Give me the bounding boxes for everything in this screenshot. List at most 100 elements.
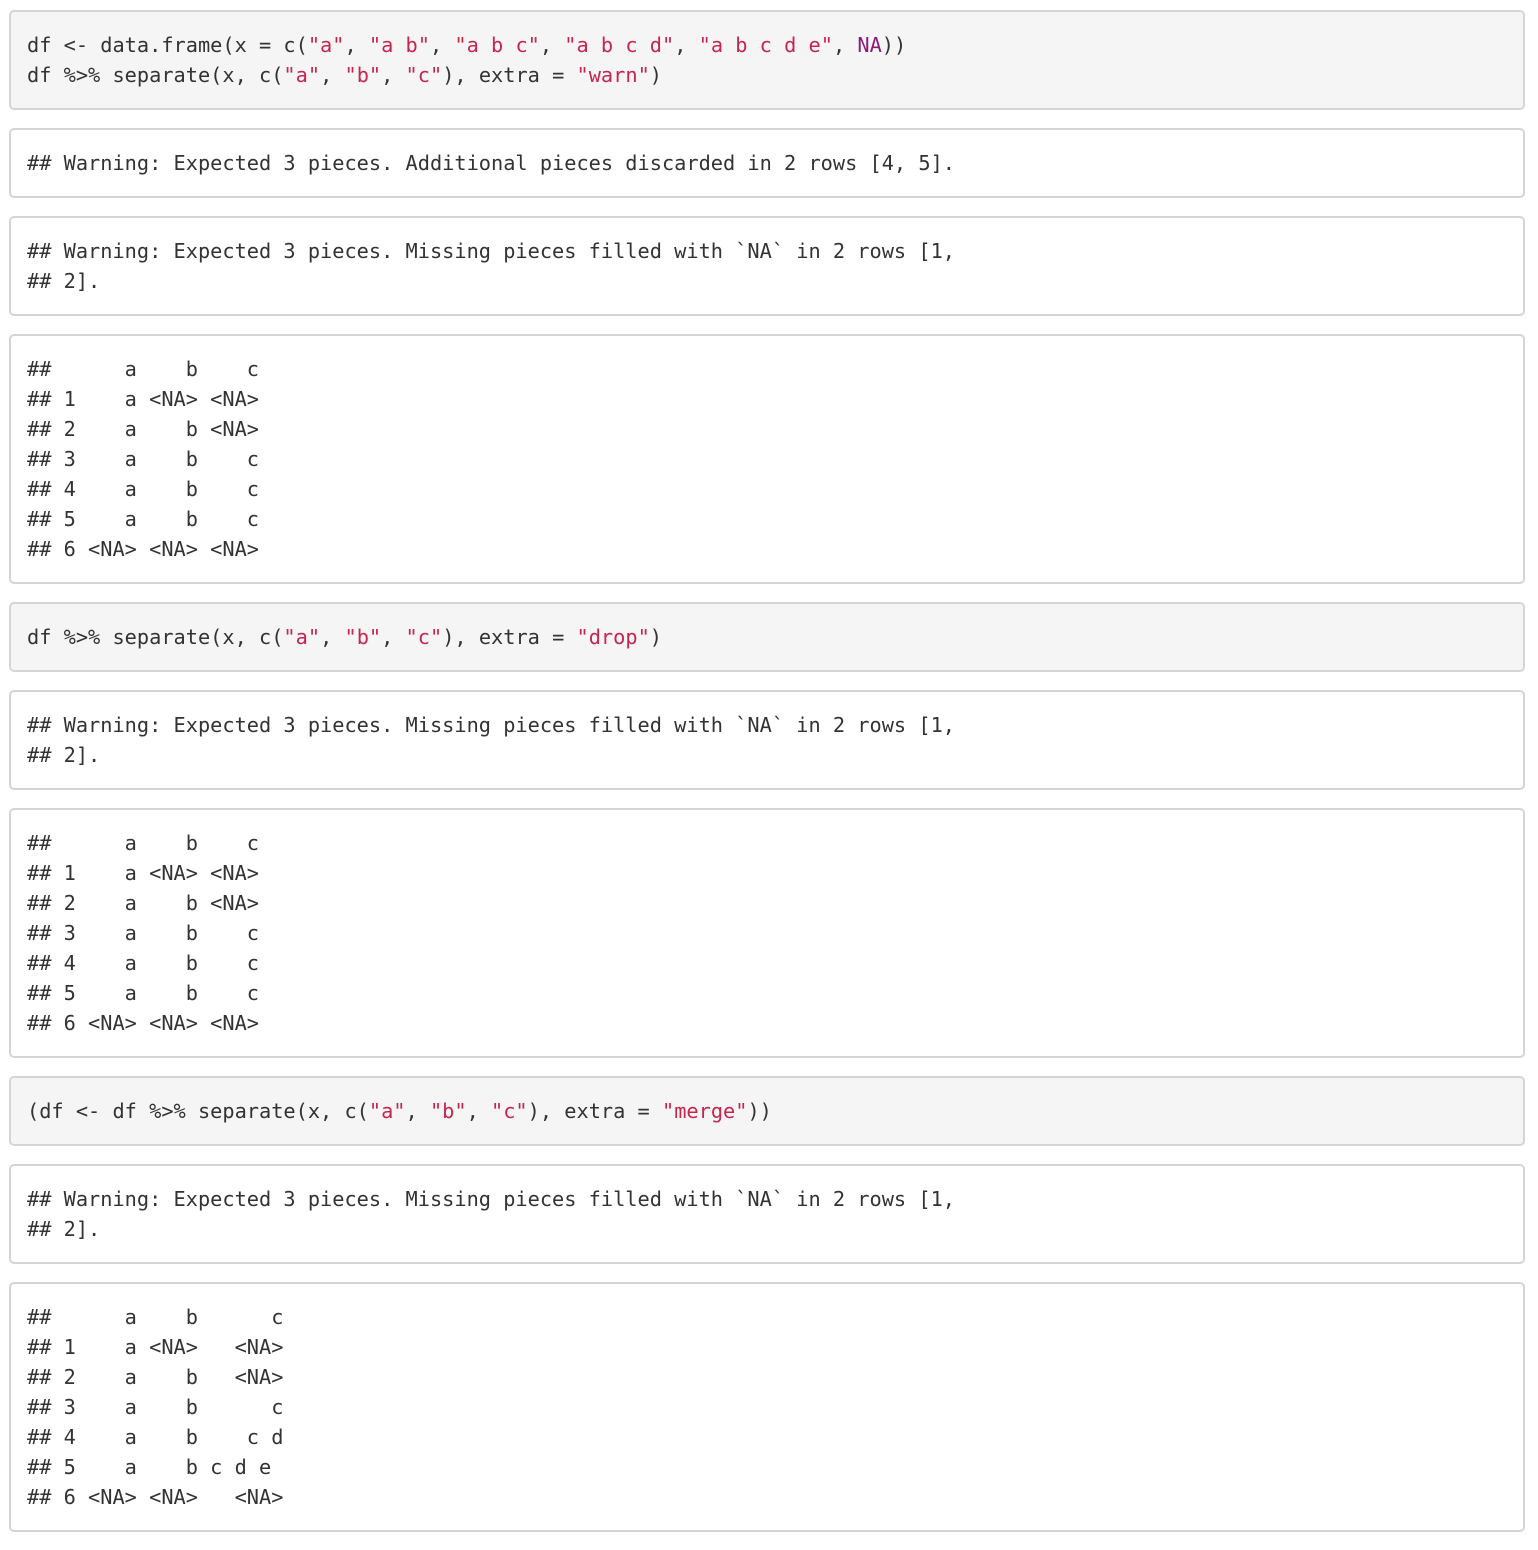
output-line: ## a b c <box>27 1302 1507 1332</box>
output-line: ## Warning: Expected 3 pieces. Missing p… <box>27 710 1507 740</box>
output-line: ## 6 <NA> <NA> <NA> <box>27 1482 1507 1512</box>
string-literal: "b" <box>344 63 382 87</box>
code-text: ## 3 a b c <box>27 447 259 471</box>
output-chunk: ## a b c ## 1 a <NA> <NA> ## 2 a b <NA> ## … <box>9 808 1525 1058</box>
string-literal: "drop" <box>576 625 650 649</box>
code-text: ## a b c <box>27 357 259 381</box>
code-text: ## 2 a b <NA> <box>27 1365 284 1389</box>
code-line: df %>% separate(x, c("a", "b", "c"), ext… <box>27 60 1507 90</box>
code-text: , <box>320 63 345 87</box>
code-text: )) <box>881 33 907 57</box>
document-body: df <- data.frame(x = c("a", "a b", "a b … <box>9 10 1525 1550</box>
string-literal: "c" <box>405 625 443 649</box>
code-text: ), extra = <box>442 63 577 87</box>
output-line: ## 2]. <box>27 1214 1507 1244</box>
code-text: ## 3 a b c <box>27 921 259 945</box>
code-text: ## 5 a b c <box>27 507 259 531</box>
code-text: , <box>381 63 406 87</box>
code-chunk: df %>% separate(x, c("a", "b", "c"), ext… <box>9 602 1525 672</box>
output-line: ## a b c <box>27 354 1507 384</box>
output-line: ## 5 a b c d e <box>27 1452 1507 1482</box>
code-text: ) <box>649 63 662 87</box>
code-text: , <box>539 33 565 57</box>
code-text: ## a b c <box>27 1305 284 1329</box>
code-text: ## 2 a b <NA> <box>27 891 259 915</box>
string-literal: "a" <box>368 1099 406 1123</box>
code-text: , <box>674 33 699 57</box>
code-text: )) <box>747 1099 772 1123</box>
output-chunk: ## Warning: Expected 3 pieces. Missing p… <box>9 216 1525 316</box>
string-literal: "a" <box>307 33 345 57</box>
code-text: ## 2]. <box>27 269 101 293</box>
code-text: ## 5 a b c <box>27 981 259 1005</box>
string-literal: "merge" <box>661 1099 748 1123</box>
output-line: ## 5 a b c <box>27 504 1507 534</box>
output-chunk: ## Warning: Expected 3 pieces. Missing p… <box>9 1164 1525 1264</box>
code-text: ## 2]. <box>27 1217 101 1241</box>
code-text: ## 4 a b c <box>27 951 259 975</box>
code-text: ## 5 a b c d e <box>27 1455 272 1479</box>
code-text: ) <box>649 625 662 649</box>
output-line: ## Warning: Expected 3 pieces. Missing p… <box>27 1184 1507 1214</box>
code-text: , <box>381 625 406 649</box>
code-text: ## 1 a <NA> <NA> <box>27 861 259 885</box>
code-line: df <- data.frame(x = c("a", "a b", "a b … <box>27 30 1507 60</box>
code-text: ## a b c <box>27 831 259 855</box>
string-literal: "c" <box>405 63 443 87</box>
output-line: ## 4 a b c <box>27 948 1507 978</box>
output-line: ## 2 a b <NA> <box>27 888 1507 918</box>
code-line: df %>% separate(x, c("a", "b", "c"), ext… <box>27 622 1507 652</box>
code-text: ## Warning: Expected 3 pieces. Missing p… <box>27 713 955 737</box>
code-text: , <box>466 1099 492 1123</box>
output-line: ## 2]. <box>27 266 1507 296</box>
code-text: ## 6 <NA> <NA> <NA> <box>27 537 259 561</box>
code-text: ## 4 a b c <box>27 477 259 501</box>
output-chunk: ## Warning: Expected 3 pieces. Additiona… <box>9 128 1525 198</box>
code-text: , <box>832 33 858 57</box>
code-text: ## Warning: Expected 3 pieces. Missing p… <box>27 239 955 263</box>
output-line: ## 6 <NA> <NA> <NA> <box>27 1008 1507 1038</box>
string-literal: "a b c d e" <box>698 33 833 57</box>
output-line: ## 1 a <NA> <NA> <box>27 1332 1507 1362</box>
output-chunk: ## a b c ## 1 a <NA> <NA> ## 2 a b <NA> ## … <box>9 334 1525 584</box>
output-line: ## 5 a b c <box>27 978 1507 1008</box>
code-text: (df <- df %>% separate(x, c( <box>27 1099 369 1123</box>
string-literal: "a b c d" <box>564 33 675 57</box>
code-text: ## 6 <NA> <NA> <NA> <box>27 1011 259 1035</box>
output-line: ## 3 a b c <box>27 444 1507 474</box>
code-text: ## 2]. <box>27 743 101 767</box>
code-text: ## 2 a b <NA> <box>27 417 259 441</box>
output-chunk: ## a b c ## 1 a <NA> <NA> ## 2 a b <NA> ## … <box>9 1282 1525 1532</box>
code-text: , <box>405 1099 430 1123</box>
string-literal: "c" <box>491 1099 528 1123</box>
string-literal: "a b c" <box>454 33 540 57</box>
output-line: ## Warning: Expected 3 pieces. Additiona… <box>27 148 1507 178</box>
code-text: , <box>429 33 455 57</box>
code-text: ## 1 a <NA> <NA> <box>27 387 259 411</box>
string-literal: "a" <box>283 63 321 87</box>
code-text: df <- data.frame(x = c( <box>27 33 308 57</box>
code-text: , <box>320 625 345 649</box>
output-line: ## 4 a b c d <box>27 1422 1507 1452</box>
string-literal: "b" <box>344 625 382 649</box>
output-line: ## 3 a b c <box>27 918 1507 948</box>
output-line: ## 1 a <NA> <NA> <box>27 384 1507 414</box>
code-text: , <box>344 33 369 57</box>
output-line: ## 2 a b <NA> <box>27 414 1507 444</box>
code-chunk: df <- data.frame(x = c("a", "a b", "a b … <box>9 10 1525 110</box>
code-text: df %>% separate(x, c( <box>27 625 284 649</box>
code-text: ## 4 a b c d <box>27 1425 284 1449</box>
string-literal: "a" <box>283 625 321 649</box>
output-chunk: ## Warning: Expected 3 pieces. Missing p… <box>9 690 1525 790</box>
code-chunk: (df <- df %>% separate(x, c("a", "b", "c… <box>9 1076 1525 1146</box>
output-line: ## 2 a b <NA> <box>27 1362 1507 1392</box>
code-text: ), extra = <box>527 1099 662 1123</box>
code-text: ## 1 a <NA> <NA> <box>27 1335 284 1359</box>
output-line: ## Warning: Expected 3 pieces. Missing p… <box>27 236 1507 266</box>
na-constant: NA <box>857 33 882 57</box>
output-line: ## 3 a b c <box>27 1392 1507 1422</box>
code-text: ## Warning: Expected 3 pieces. Missing p… <box>27 1187 955 1211</box>
output-line: ## a b c <box>27 828 1507 858</box>
string-literal: "b" <box>429 1099 467 1123</box>
code-line: (df <- df %>% separate(x, c("a", "b", "c… <box>27 1096 1507 1126</box>
